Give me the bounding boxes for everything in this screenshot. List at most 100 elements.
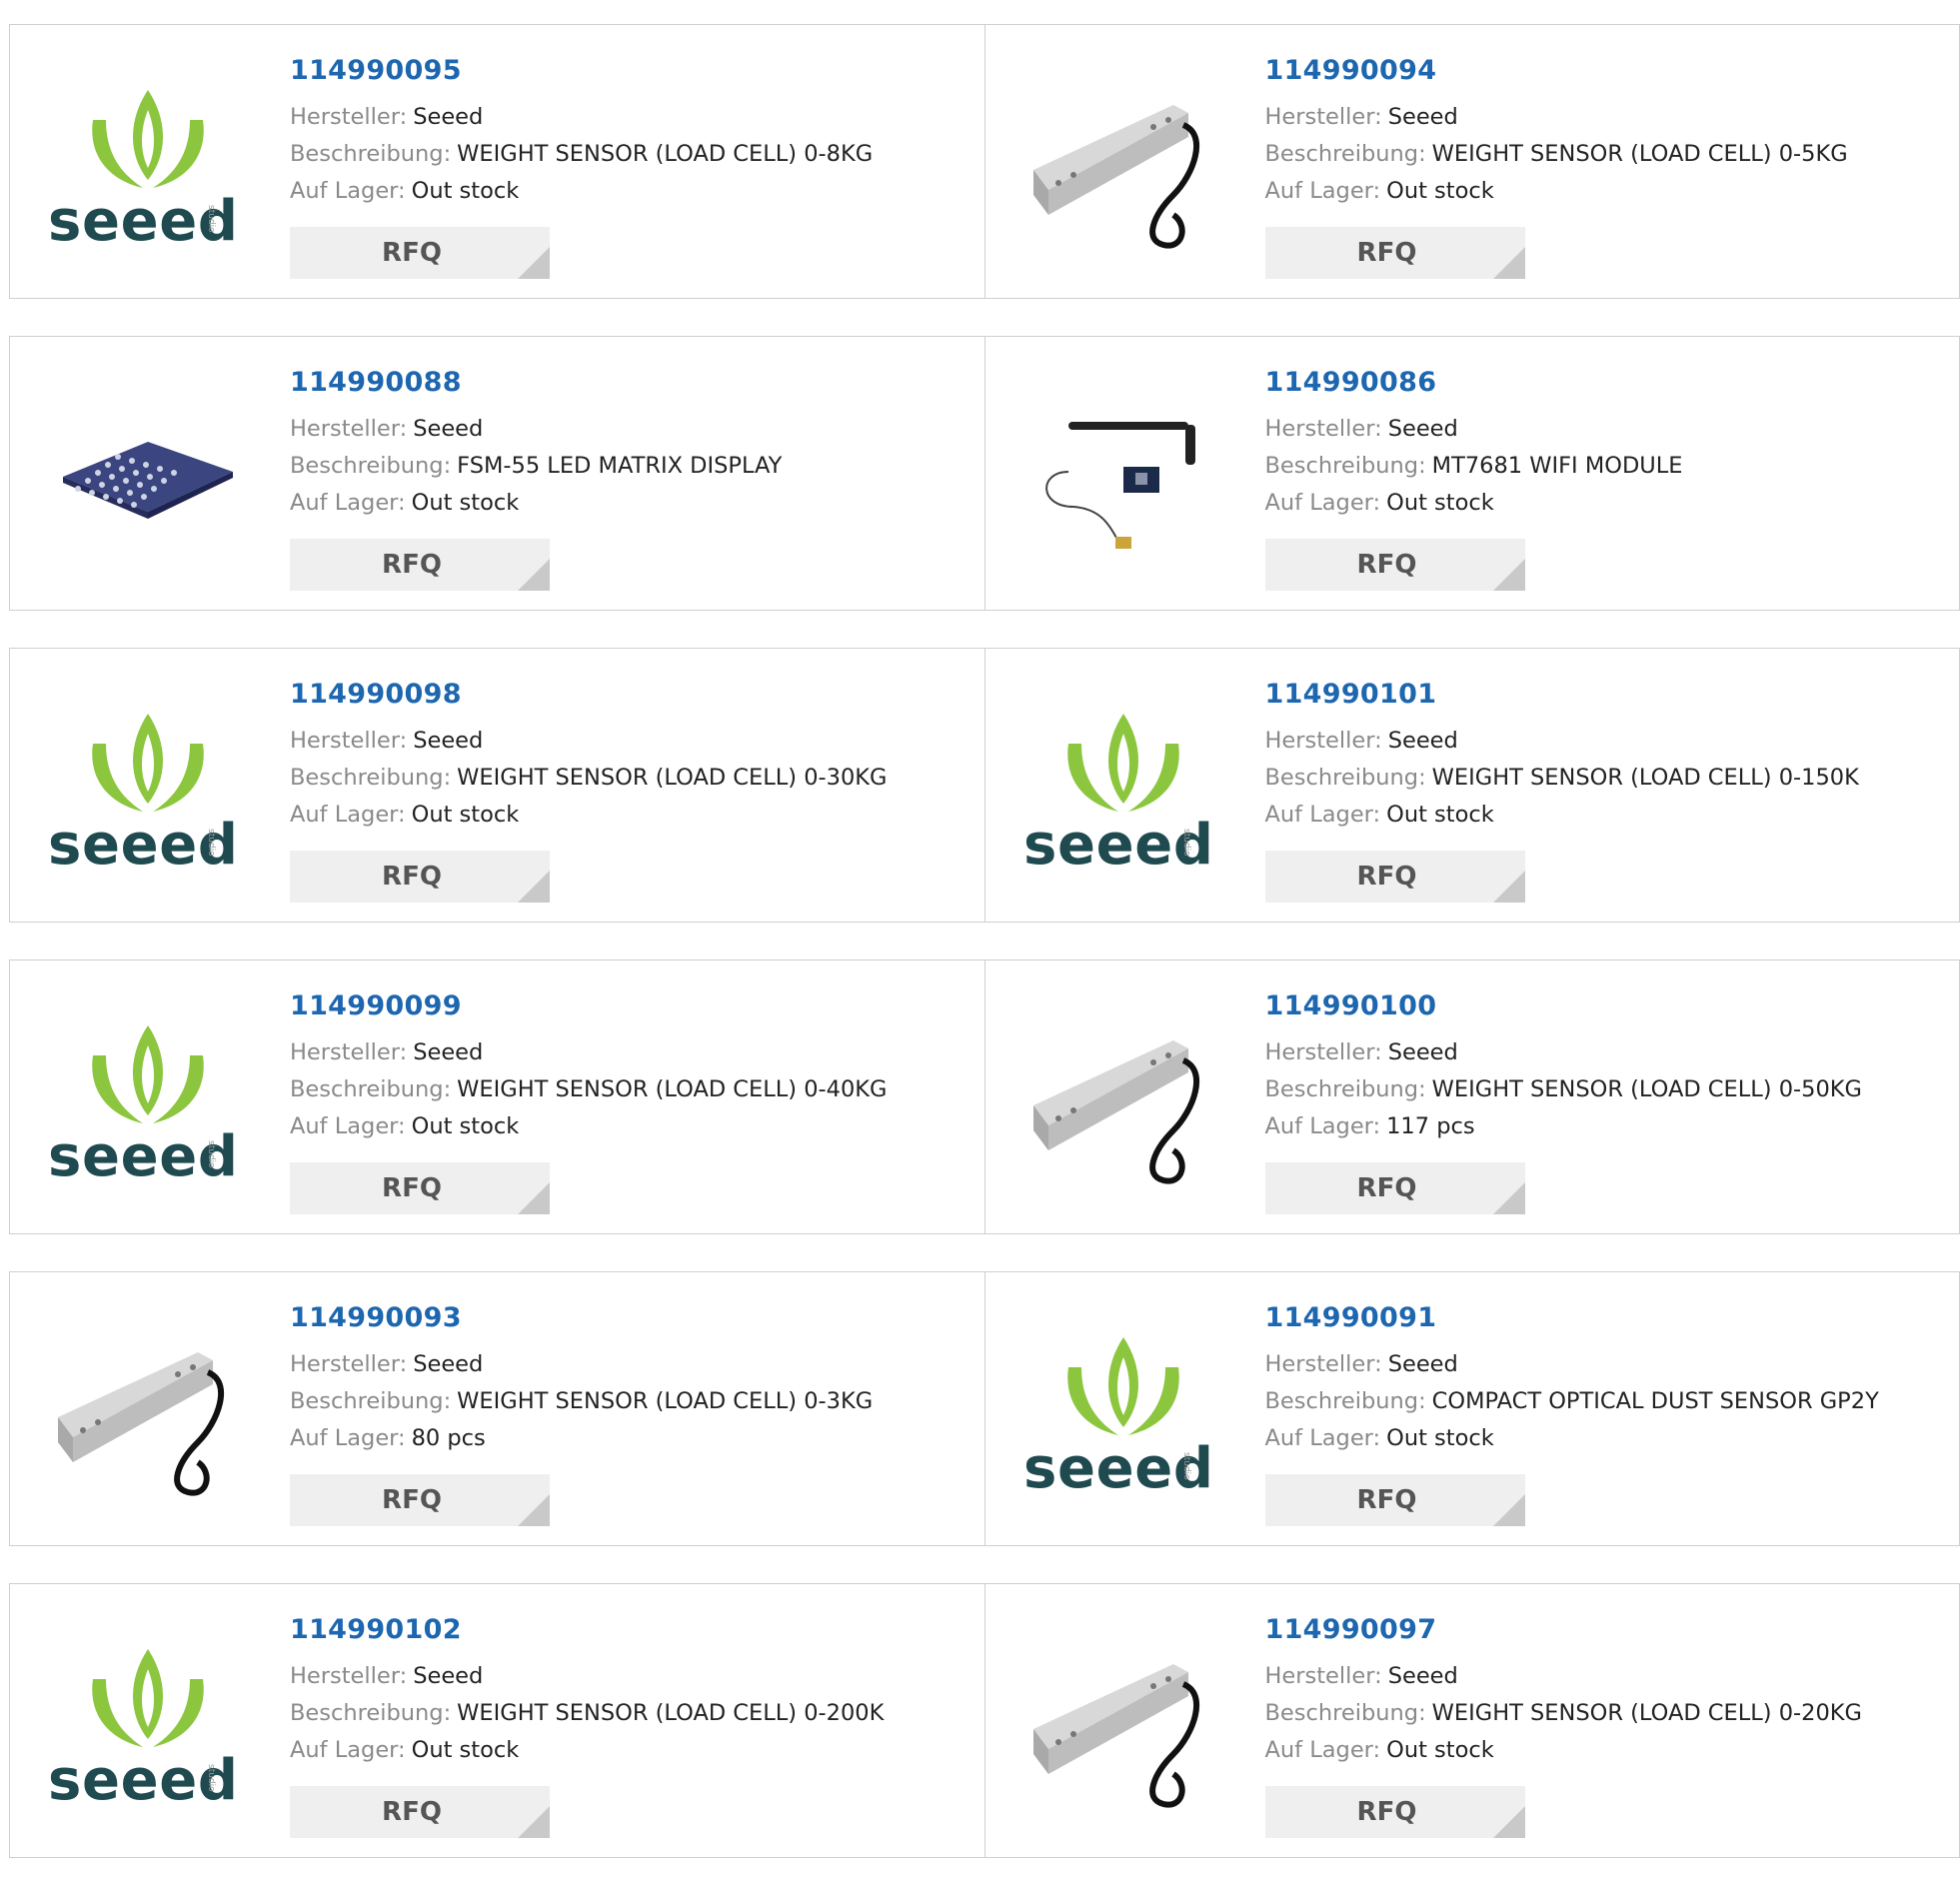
rfq-button[interactable]: RFQ — [290, 1474, 550, 1526]
product-info: 114990095 Hersteller:Seeed Beschreibung:… — [290, 55, 873, 210]
stock-value: Out stock — [412, 490, 520, 516]
product-info: 114990086 Hersteller:Seeed Beschreibung:… — [1265, 367, 1683, 522]
description-row: Beschreibung:COMPACT OPTICAL DUST SENSOR… — [1265, 1383, 1879, 1420]
stock-value: Out stock — [1386, 490, 1494, 516]
corner-triangle — [518, 1494, 550, 1526]
description-label: Beschreibung: — [1265, 1700, 1426, 1726]
description-value: COMPACT OPTICAL DUST SENSOR GP2Y — [1432, 1388, 1879, 1414]
manufacturer-row: Hersteller:Seeed — [290, 411, 782, 448]
stock-row: Auf Lager:Out stock — [1265, 173, 1848, 210]
description-row: Beschreibung:WEIGHT SENSOR (LOAD CELL) 0… — [290, 136, 873, 173]
manufacturer-row: Hersteller:Seeed — [1265, 1658, 1863, 1695]
manufacturer-row: Hersteller:Seeed — [1265, 1034, 1863, 1071]
load-cell-icon — [1023, 1624, 1223, 1824]
description-value: WEIGHT SENSOR (LOAD CELL) 0-5KG — [1432, 141, 1848, 167]
stock-value: Out stock — [412, 802, 520, 828]
product-card: seeedstudio 114990102 Hersteller:Seeed B… — [9, 1583, 985, 1858]
rfq-label: RFQ — [382, 862, 442, 892]
product-image[interactable]: seeedstudio — [48, 1624, 248, 1824]
rfq-button[interactable]: RFQ — [1265, 1162, 1525, 1214]
part-number-link[interactable]: 114990097 — [1265, 1614, 1863, 1658]
seeed-logo-icon: seeedstudio — [48, 1015, 248, 1185]
seeed-logo-icon: seeedstudio — [1023, 1327, 1223, 1497]
description-label: Beschreibung: — [1265, 765, 1426, 791]
description-row: Beschreibung:MT7681 WIFI MODULE — [1265, 448, 1683, 485]
stock-row: Auf Lager:Out stock — [1265, 1420, 1879, 1457]
corner-triangle — [1493, 559, 1525, 591]
manufacturer-row: Hersteller:Seeed — [1265, 411, 1683, 448]
rfq-button[interactable]: RFQ — [290, 851, 550, 903]
part-number-link[interactable]: 114990093 — [290, 1302, 873, 1346]
rfq-button[interactable]: RFQ — [290, 1786, 550, 1838]
svg-text:studio: studio — [1181, 829, 1191, 857]
product-image[interactable] — [1023, 1000, 1223, 1200]
stock-value: Out stock — [1386, 1425, 1494, 1451]
manufacturer-label: Hersteller: — [1265, 104, 1382, 130]
rfq-button[interactable]: RFQ — [290, 539, 550, 591]
product-image[interactable]: seeedstudio — [48, 689, 248, 889]
part-number-link[interactable]: 114990086 — [1265, 367, 1683, 411]
product-image[interactable]: seeedstudio — [1023, 1312, 1223, 1512]
stock-label: Auf Lager: — [290, 490, 406, 516]
product-image[interactable] — [48, 377, 248, 577]
part-number-link[interactable]: 114990091 — [1265, 1302, 1879, 1346]
stock-label: Auf Lager: — [1265, 178, 1381, 204]
rfq-button[interactable]: RFQ — [290, 1162, 550, 1214]
stock-row: Auf Lager:Out stock — [1265, 797, 1859, 834]
description-row: Beschreibung:WEIGHT SENSOR (LOAD CELL) 0… — [290, 1695, 884, 1732]
stock-row: Auf Lager:Out stock — [290, 1732, 884, 1769]
stock-label: Auf Lager: — [290, 178, 406, 204]
svg-text:studio: studio — [206, 205, 216, 233]
rfq-button[interactable]: RFQ — [1265, 851, 1525, 903]
product-info: 114990088 Hersteller:Seeed Beschreibung:… — [290, 367, 782, 522]
stock-row: Auf Lager:80 pcs — [290, 1420, 873, 1457]
stock-value: Out stock — [1386, 1737, 1494, 1763]
rfq-label: RFQ — [1357, 1485, 1417, 1515]
rfq-button[interactable]: RFQ — [1265, 1786, 1525, 1838]
description-row: Beschreibung:FSM-55 LED MATRIX DISPLAY — [290, 448, 782, 485]
part-number-link[interactable]: 114990102 — [290, 1614, 884, 1658]
rfq-label: RFQ — [382, 1485, 442, 1515]
product-image[interactable] — [1023, 65, 1223, 265]
part-number-link[interactable]: 114990095 — [290, 55, 873, 99]
part-number-link[interactable]: 114990088 — [290, 367, 782, 411]
part-number-link[interactable]: 114990101 — [1265, 679, 1859, 723]
product-card: 114990094 Hersteller:Seeed Beschreibung:… — [984, 24, 1960, 299]
corner-triangle — [518, 1806, 550, 1838]
rfq-button[interactable]: RFQ — [1265, 227, 1525, 279]
rfq-button[interactable]: RFQ — [1265, 1474, 1525, 1526]
product-image[interactable] — [1023, 1624, 1223, 1824]
part-number-link[interactable]: 114990094 — [1265, 55, 1848, 99]
rfq-label: RFQ — [382, 550, 442, 580]
manufacturer-value: Seeed — [1388, 1351, 1458, 1377]
product-image[interactable]: seeedstudio — [1023, 689, 1223, 889]
part-number-link[interactable]: 114990099 — [290, 990, 888, 1034]
product-info: 114990099 Hersteller:Seeed Beschreibung:… — [290, 990, 888, 1145]
rfq-button[interactable]: RFQ — [290, 227, 550, 279]
description-label: Beschreibung: — [1265, 453, 1426, 479]
svg-text:studio: studio — [206, 829, 216, 857]
description-label: Beschreibung: — [290, 141, 451, 167]
part-number-link[interactable]: 114990100 — [1265, 990, 1863, 1034]
product-image[interactable]: seeedstudio — [48, 65, 248, 265]
led-matrix-icon — [48, 377, 248, 577]
description-value: WEIGHT SENSOR (LOAD CELL) 0-200K — [457, 1700, 884, 1726]
product-card: seeedstudio 114990091 Hersteller:Seeed B… — [984, 1271, 1960, 1546]
manufacturer-label: Hersteller: — [290, 104, 407, 130]
product-info: 114990093 Hersteller:Seeed Beschreibung:… — [290, 1302, 873, 1457]
stock-label: Auf Lager: — [1265, 802, 1381, 828]
product-image[interactable] — [48, 1312, 248, 1512]
manufacturer-row: Hersteller:Seeed — [290, 1346, 873, 1383]
product-image[interactable] — [1023, 377, 1223, 577]
manufacturer-row: Hersteller:Seeed — [1265, 723, 1859, 760]
product-card: seeedstudio 114990098 Hersteller:Seeed B… — [9, 648, 985, 923]
product-image[interactable]: seeedstudio — [48, 1000, 248, 1200]
description-label: Beschreibung: — [1265, 1388, 1426, 1414]
rfq-button[interactable]: RFQ — [1265, 539, 1525, 591]
part-number-link[interactable]: 114990098 — [290, 679, 888, 723]
description-value: WEIGHT SENSOR (LOAD CELL) 0-3KG — [457, 1388, 873, 1414]
stock-label: Auf Lager: — [290, 1113, 406, 1139]
stock-row: Auf Lager:Out stock — [290, 1108, 888, 1145]
product-card: 114990097 Hersteller:Seeed Beschreibung:… — [984, 1583, 1960, 1858]
product-info: 114990091 Hersteller:Seeed Beschreibung:… — [1265, 1302, 1879, 1457]
